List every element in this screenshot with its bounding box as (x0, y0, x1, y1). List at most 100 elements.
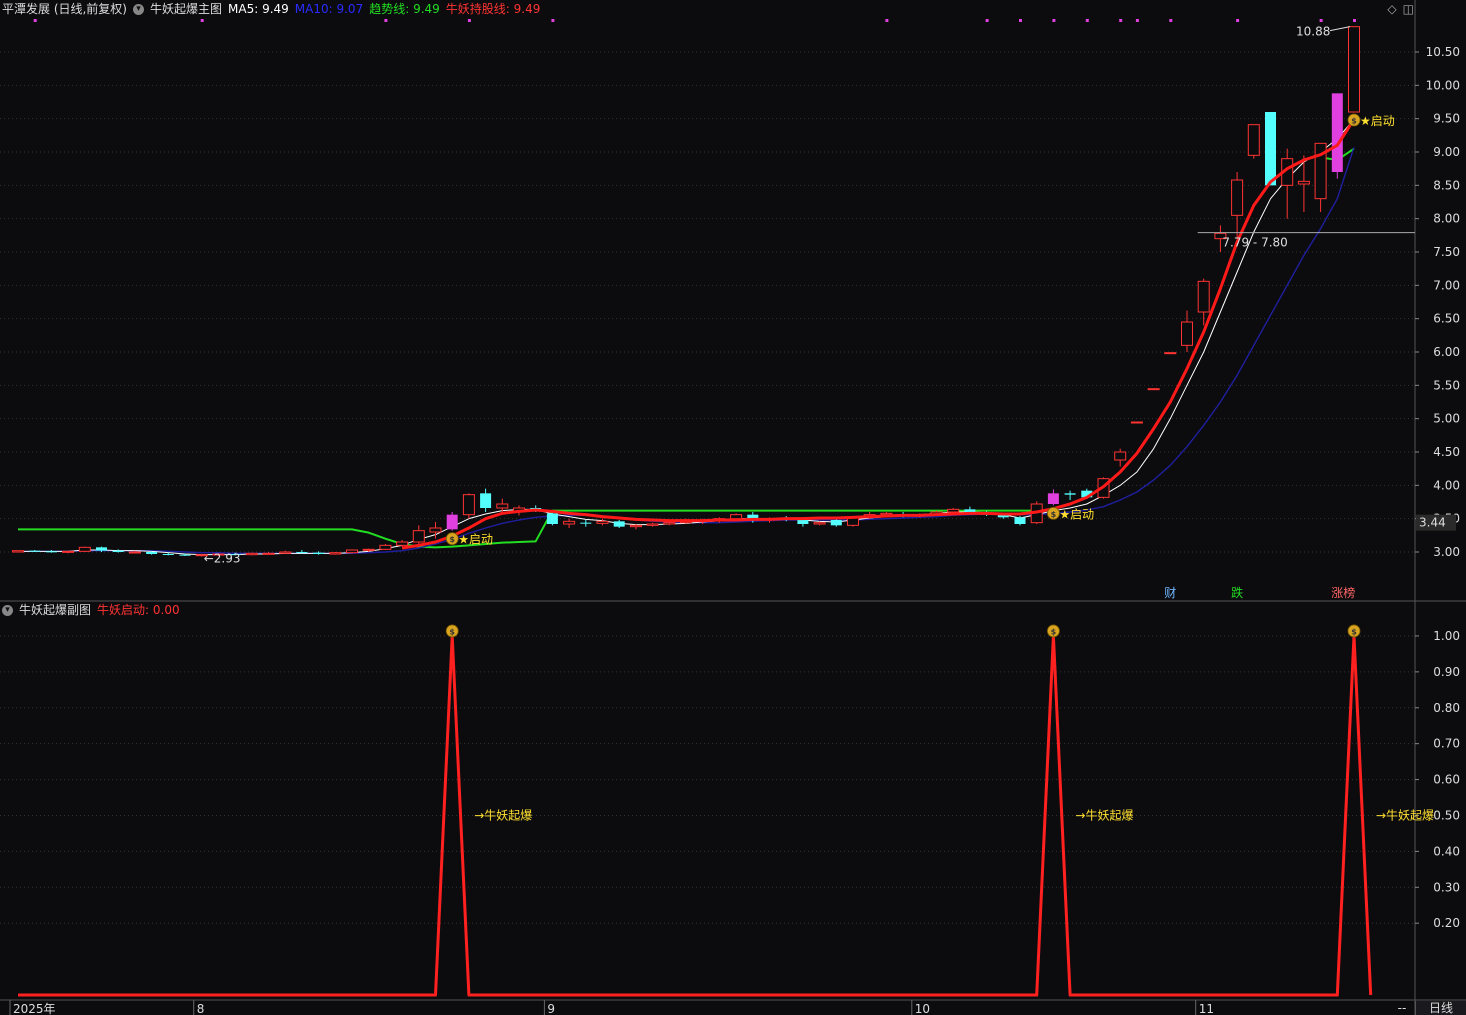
main-y-tick-label: 9.00 (1433, 145, 1460, 159)
candle (1014, 516, 1026, 526)
x-tick-label: 10 (915, 1002, 930, 1015)
top-signal-dot (384, 19, 388, 22)
explode-label: →牛妖起爆 (1376, 807, 1434, 822)
candle-body (613, 521, 625, 527)
candle (446, 512, 458, 531)
candle (329, 552, 342, 555)
stock-chart-svg[interactable]: 3.003.504.004.505.005.506.006.507.007.50… (0, 0, 1466, 1015)
money-bag-symbol: $ (1051, 510, 1057, 519)
top-signal-dot (1169, 19, 1173, 22)
top-signal-dot (1085, 19, 1089, 22)
money-bag-symbol: $ (1351, 627, 1357, 636)
sub-y-tick-label: 0.90 (1433, 665, 1460, 679)
x-tick-label: 9 (547, 1002, 555, 1015)
money-bag-symbol: $ (1051, 627, 1057, 636)
main-y-tick-label: 10.00 (1426, 78, 1460, 92)
candle (78, 546, 91, 552)
candle-body (596, 520, 609, 524)
sub-money-bag-icon: $ (445, 624, 459, 638)
candle-body (45, 551, 57, 553)
candle-body (1265, 112, 1276, 186)
candle (313, 551, 325, 555)
x-tick-label: 2025年 (13, 1002, 56, 1015)
candle (1247, 124, 1260, 159)
main-y-tick-label: 4.00 (1433, 478, 1460, 492)
candle-body (379, 544, 392, 550)
candle-body (313, 552, 325, 554)
candle (1281, 148, 1294, 219)
main-y-tick-label: 10.50 (1426, 45, 1460, 59)
candle-body (179, 554, 191, 556)
candle-body (412, 530, 425, 543)
start-money-bag-icon: $ (1047, 506, 1060, 520)
candle (296, 550, 308, 554)
start-signal-label: ★启动 (1059, 507, 1094, 521)
candle (1331, 93, 1343, 179)
top-signal-dot (1052, 19, 1056, 22)
sub-y-tick-label: 0.50 (1433, 808, 1460, 822)
candle-body (1197, 280, 1210, 313)
candle-body (663, 522, 676, 525)
timeframe-button[interactable]: 日线 (1415, 1001, 1466, 1015)
candle-body (296, 552, 308, 553)
candle-body (546, 513, 558, 524)
explode-label: →牛妖起爆 (474, 807, 532, 822)
main-y-tick-label: 5.00 (1433, 412, 1460, 426)
candle (12, 550, 24, 553)
top-signal-dot (33, 19, 37, 22)
candle-body (329, 552, 342, 555)
top-signal-dot (1353, 19, 1356, 22)
candle-body (1297, 180, 1310, 185)
candle-body (346, 549, 358, 554)
candle (480, 488, 492, 512)
main-y-tick-label: 8.00 (1433, 212, 1460, 226)
event-marker: 跌 (1231, 585, 1243, 600)
candle-body (245, 552, 258, 556)
money-bag-symbol: $ (449, 627, 455, 636)
money-bag-symbol: $ (1351, 117, 1357, 126)
candle-body (12, 550, 24, 553)
top-signal-dot (1019, 19, 1022, 22)
candle (580, 520, 592, 527)
main-y-tick-label: 3.00 (1433, 545, 1460, 559)
candle-body (362, 548, 375, 551)
candle-body (1064, 493, 1076, 495)
top-signal-dot (985, 19, 989, 22)
main-y-tick-label: 7.00 (1433, 278, 1460, 292)
top-signal-dot (200, 19, 204, 22)
candle-body (78, 546, 91, 552)
candle-body (646, 523, 659, 526)
candle (379, 544, 392, 550)
candle (1047, 489, 1059, 506)
candle (62, 550, 75, 554)
range-label: 7.79 - 7.80 (1222, 236, 1287, 250)
candle (279, 550, 292, 554)
sub-y-tick-label: 1.00 (1433, 629, 1460, 643)
candle-body (1181, 321, 1193, 346)
candle-body (1348, 26, 1360, 113)
candle-body (112, 550, 124, 552)
sub-money-bag-icon: $ (1047, 624, 1060, 638)
main-y-tick-label: 5.50 (1433, 378, 1460, 392)
sub-y-tick-label: 0.70 (1433, 737, 1460, 751)
candle-body (563, 520, 576, 525)
candle (1164, 352, 1177, 355)
candle (613, 520, 625, 528)
start-signal-label: ★启动 (458, 533, 493, 547)
sub-y-tick-label: 0.20 (1433, 916, 1460, 930)
candle (563, 518, 576, 528)
top-signal-dot (885, 19, 889, 22)
top-signal-dot (551, 19, 555, 22)
candle-body (1231, 179, 1244, 216)
top-signal-dot (467, 19, 471, 22)
explode-label: →牛妖起爆 (1075, 807, 1133, 822)
candle-body (429, 527, 442, 533)
main-y-tick-label: 9.50 (1433, 112, 1460, 126)
max-price-label: 10.88 (1296, 25, 1330, 39)
candle (112, 549, 124, 553)
candle-body (1114, 451, 1127, 461)
candle (396, 540, 409, 547)
candle (1114, 448, 1127, 467)
candle-body (1147, 388, 1160, 391)
candle (1265, 112, 1276, 186)
